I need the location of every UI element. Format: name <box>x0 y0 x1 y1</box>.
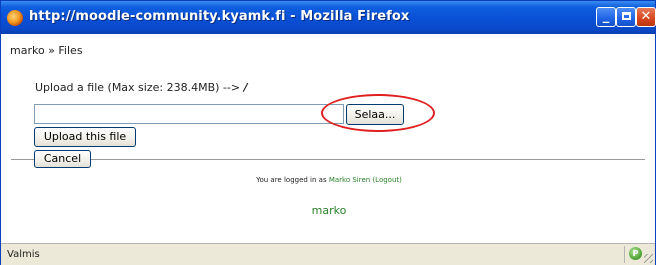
status-separator <box>624 246 625 263</box>
title-bar[interactable]: http://moodle-community.kyamk.fi - Mozil… <box>1 1 656 34</box>
logout-link[interactable]: (Logout) <box>372 176 401 184</box>
cancel-button[interactable]: Cancel <box>34 150 91 168</box>
status-bar: Valmis P <box>1 243 655 265</box>
close-icon: ✕ <box>640 9 652 24</box>
divider <box>11 159 645 160</box>
resize-grip-icon[interactable] <box>644 254 653 263</box>
status-text: Valmis <box>7 249 40 260</box>
file-path-input[interactable] <box>34 104 344 124</box>
minimize-icon: _ <box>602 9 610 24</box>
user-profile-link[interactable]: Marko Siren <box>329 176 370 184</box>
breadcrumb[interactable]: marko » Files <box>10 44 83 57</box>
browser-window: http://moodle-community.kyamk.fi - Mozil… <box>0 0 656 265</box>
window-title: http://moodle-community.kyamk.fi - Mozil… <box>29 9 410 24</box>
upload-info-text: Upload a file (Max size: 238.4MB) --> <box>35 81 241 94</box>
browse-button[interactable]: Selaa... <box>346 104 404 125</box>
minimize-button[interactable]: _ <box>596 7 616 27</box>
firefox-icon <box>7 10 23 26</box>
upload-path: / <box>243 81 248 94</box>
home-link[interactable]: marko <box>1 204 656 217</box>
maximize-button[interactable] <box>616 7 636 27</box>
maximize-icon <box>621 12 631 20</box>
upload-file-button[interactable]: Upload this file <box>34 127 136 147</box>
close-button[interactable]: ✕ <box>636 7 656 27</box>
upload-info: Upload a file (Max size: 238.4MB) --> / <box>35 81 248 94</box>
logged-in-prefix: You are logged in as <box>256 176 327 184</box>
login-info: You are logged in as Marko Siren (Logout… <box>1 176 656 184</box>
page-status-icon[interactable]: P <box>629 247 642 260</box>
